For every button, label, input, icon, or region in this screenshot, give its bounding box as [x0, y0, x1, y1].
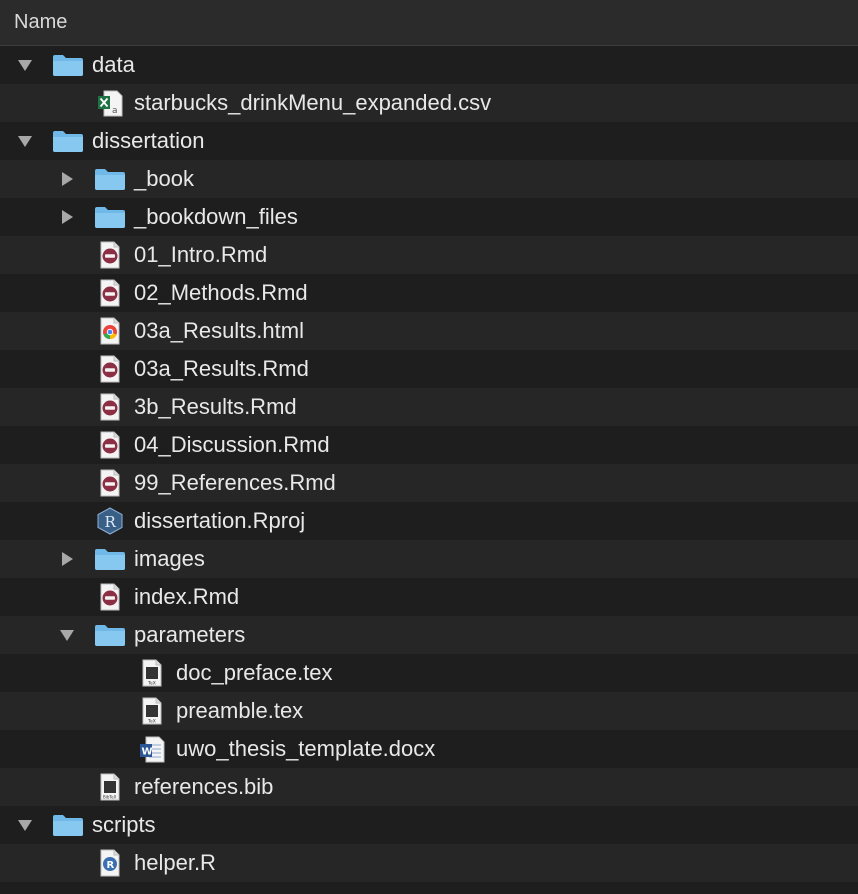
item-name: uwo_thesis_template.docx: [176, 736, 436, 761]
file-row[interactable]: index.Rmd: [0, 578, 858, 616]
folder-row[interactable]: parameters: [0, 616, 858, 654]
item-name: images: [134, 546, 205, 571]
file-row[interactable]: Rhelper.R: [0, 844, 858, 882]
rmd-file-icon: [94, 274, 126, 312]
excel-csv-icon: a: [94, 84, 126, 122]
item-name: 99_References.Rmd: [134, 470, 336, 495]
svg-text:BibTeX: BibTeX: [103, 795, 117, 800]
item-name: _book: [134, 166, 194, 191]
disclosure-triangle-expanded-icon[interactable]: [13, 806, 37, 844]
file-row[interactable]: 02_Methods.Rmd: [0, 274, 858, 312]
item-name: 03a_Results.html: [134, 318, 304, 343]
folder-row[interactable]: images: [0, 540, 858, 578]
file-row[interactable]: 3b_Results.Rmd: [0, 388, 858, 426]
disclosure-triangle-expanded-icon[interactable]: [13, 46, 37, 84]
disclosure-triangle-expanded-icon[interactable]: [55, 616, 79, 654]
name-column-label[interactable]: Name: [14, 11, 67, 34]
rmd-file-icon: [94, 578, 126, 616]
rmd-file-icon: [94, 388, 126, 426]
item-name: starbucks_drinkMenu_expanded.csv: [134, 90, 492, 115]
file-row[interactable]: TeX doc_preface.tex: [0, 654, 858, 692]
folder-icon: [94, 616, 126, 654]
file-list: data a starbucks_drinkMenu_expanded.csvdis…: [0, 46, 858, 882]
tex-file-icon: TeX: [136, 692, 168, 730]
rproj-icon: R: [94, 502, 126, 540]
rmd-file-icon: [94, 426, 126, 464]
file-row[interactable]: 01_Intro.Rmd: [0, 236, 858, 274]
folder-icon: [52, 122, 84, 160]
file-row[interactable]: TeX preamble.tex: [0, 692, 858, 730]
folder-icon: [52, 46, 84, 84]
file-row[interactable]: 99_References.Rmd: [0, 464, 858, 502]
tex-file-icon: TeX: [136, 654, 168, 692]
folder-row[interactable]: dissertation: [0, 122, 858, 160]
item-name: references.bib: [134, 774, 274, 799]
item-name: 01_Intro.Rmd: [134, 242, 268, 267]
rmd-file-icon: [94, 350, 126, 388]
folder-row[interactable]: scripts: [0, 806, 858, 844]
item-name: preamble.tex: [176, 698, 304, 723]
file-row[interactable]: Wuwo_thesis_template.docx: [0, 730, 858, 768]
chrome-html-icon: [94, 312, 126, 350]
item-name: 03a_Results.Rmd: [134, 356, 309, 381]
svg-text:a: a: [112, 106, 118, 116]
file-row[interactable]: a starbucks_drinkMenu_expanded.csv: [0, 84, 858, 122]
svg-text:R: R: [107, 860, 115, 871]
folder-icon: [94, 198, 126, 236]
column-header[interactable]: Name: [0, 0, 858, 46]
item-name: _bookdown_files: [134, 204, 298, 229]
disclosure-triangle-expanded-icon[interactable]: [13, 122, 37, 160]
file-row[interactable]: 04_Discussion.Rmd: [0, 426, 858, 464]
item-name: scripts: [92, 812, 156, 837]
item-name: doc_preface.tex: [176, 660, 333, 685]
word-docx-icon: W: [136, 730, 168, 768]
item-name: helper.R: [134, 850, 216, 875]
svg-text:TeX: TeX: [147, 681, 156, 687]
disclosure-triangle-collapsed-icon[interactable]: [55, 540, 79, 578]
folder-icon: [94, 160, 126, 198]
disclosure-triangle-collapsed-icon[interactable]: [55, 160, 79, 198]
item-name: data: [92, 52, 135, 77]
r-script-icon: R: [94, 844, 126, 882]
svg-text:TeX: TeX: [147, 719, 156, 725]
file-row[interactable]: 03a_Results.Rmd: [0, 350, 858, 388]
bibtex-file-icon: BibTeX: [94, 768, 126, 806]
item-name: dissertation: [92, 128, 205, 153]
item-name: index.Rmd: [134, 584, 240, 609]
file-row[interactable]: 03a_Results.html: [0, 312, 858, 350]
folder-icon: [52, 806, 84, 844]
file-row[interactable]: Rdissertation.Rproj: [0, 502, 858, 540]
svg-text:W: W: [142, 747, 153, 758]
folder-row[interactable]: _book: [0, 160, 858, 198]
folder-row[interactable]: _bookdown_files: [0, 198, 858, 236]
item-name: dissertation.Rproj: [134, 508, 306, 533]
rmd-file-icon: [94, 464, 126, 502]
rmd-file-icon: [94, 236, 126, 274]
folder-icon: [94, 540, 126, 578]
item-name: parameters: [134, 622, 246, 647]
item-name: 3b_Results.Rmd: [134, 394, 297, 419]
item-name: 04_Discussion.Rmd: [134, 432, 330, 457]
disclosure-triangle-collapsed-icon[interactable]: [55, 198, 79, 236]
item-name: 02_Methods.Rmd: [134, 280, 308, 305]
file-row[interactable]: BibTeX references.bib: [0, 768, 858, 806]
svg-text:R: R: [105, 513, 117, 531]
folder-row[interactable]: data: [0, 46, 858, 84]
